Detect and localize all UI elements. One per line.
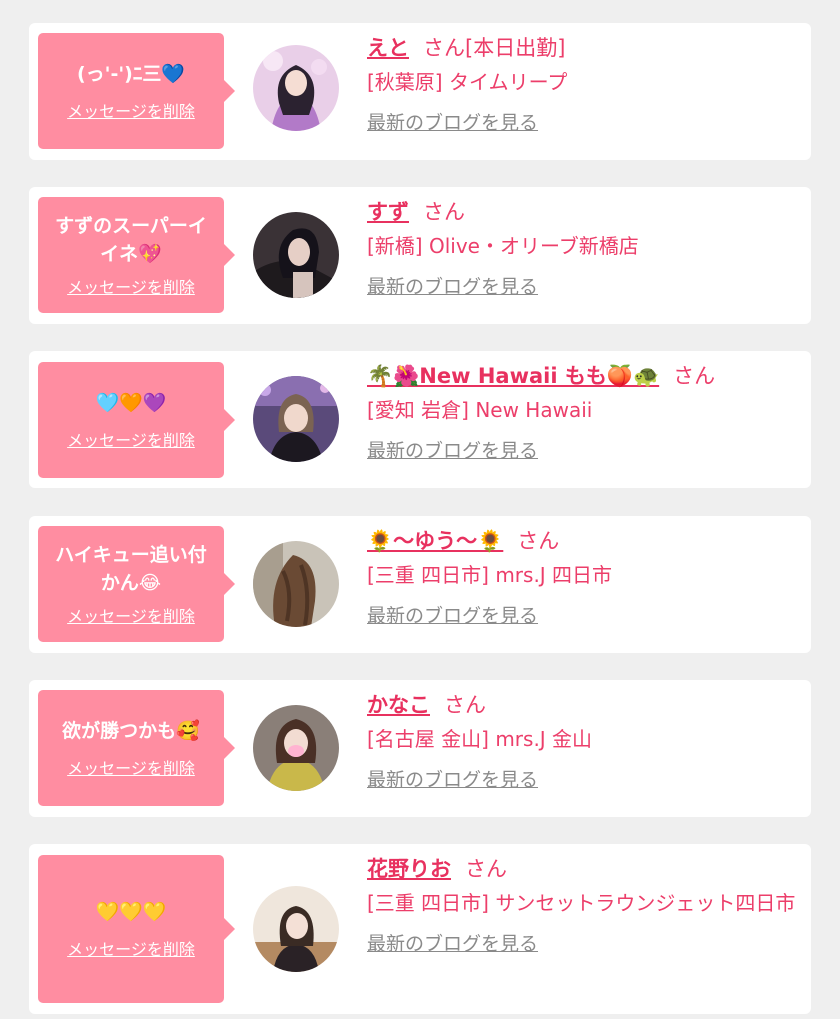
list-item: 欲が勝つかも🥰 メッセージを削除 かなこ さん [名古屋 金山] mrs.J 金山… <box>29 680 811 817</box>
avatar[interactable] <box>253 45 339 131</box>
shop-label: [新橋] Olive・オリーブ新橋店 <box>367 234 639 258</box>
cast-info: えと さん[本日出勤] [秋葉原] タイムリープ 最新のブログを見る <box>367 34 799 135</box>
name-line: すず さん <box>367 198 799 226</box>
message-text: 欲が勝つかも🥰 <box>62 720 200 742</box>
latest-blog-link[interactable]: 最新のブログを見る <box>367 108 538 135</box>
name-line: 🌴🌺New Hawaii もも🍑🐢 さん <box>367 362 799 390</box>
shop-label: [三重 四日市] サンセットラウンジェット四日市 <box>367 891 796 915</box>
avatar[interactable] <box>253 541 339 627</box>
message-bubble: すずのスーパーイイネ💖 メッセージを削除 <box>38 197 235 313</box>
avatar-photo-icon <box>253 541 339 627</box>
cast-honorific: さん[本日出勤] <box>423 36 566 60</box>
latest-blog-link[interactable]: 最新のブログを見る <box>367 765 538 792</box>
cast-name-link[interactable]: かなこ <box>367 693 430 717</box>
avatar[interactable] <box>253 886 339 972</box>
message-bubble: 💛💛💛 メッセージを削除 <box>38 855 235 1003</box>
name-line: 🌻〜ゆう〜🌻 さん <box>367 527 799 555</box>
message-text: ハイキュー追い付かん😂 <box>55 544 207 594</box>
name-line: えと さん[本日出勤] <box>367 34 799 62</box>
cast-info: すず さん [新橋] Olive・オリーブ新橋店 最新のブログを見る <box>367 198 799 299</box>
avatar-photo-icon <box>253 212 339 298</box>
avatar[interactable] <box>253 212 339 298</box>
list-item: ハイキュー追い付かん😂 メッセージを削除 🌻〜ゆう〜🌻 さん [三重 四日市] m… <box>29 516 811 653</box>
list-item: 💛💛💛 メッセージを削除 花野りお さん [三重 四日市] サンセットラウンジェッ… <box>29 844 811 1014</box>
name-line: 花野りお さん <box>367 855 799 883</box>
delete-message-link[interactable]: メッセージを削除 <box>67 427 195 451</box>
cast-honorific: さん <box>673 364 716 388</box>
latest-blog-link[interactable]: 最新のブログを見る <box>367 272 538 299</box>
latest-blog-link[interactable]: 最新のブログを見る <box>367 436 538 463</box>
cast-name-link[interactable]: 🌴🌺New Hawaii もも🍑🐢 <box>367 364 659 388</box>
cast-honorific: さん <box>444 693 486 717</box>
delete-message-link[interactable]: メッセージを削除 <box>67 755 195 779</box>
shop-label: [三重 四日市] mrs.J 四日市 <box>367 563 613 587</box>
message-list: (っ'-')ﾆ三💙 メッセージを削除 えと さん[本日出勤] [秋葉原] タイムリ… <box>0 0 840 1019</box>
cast-honorific: さん <box>465 857 507 881</box>
message-text: 🩵🧡💜 <box>95 392 167 414</box>
message-bubble: 欲が勝つかも🥰 メッセージを削除 <box>38 690 235 806</box>
list-item: すずのスーパーイイネ💖 メッセージを削除 すず さん [新橋] Olive・オリー… <box>29 187 811 324</box>
avatar-photo-icon <box>253 705 339 791</box>
avatar[interactable] <box>253 705 339 791</box>
delete-message-link[interactable]: メッセージを削除 <box>67 98 195 122</box>
message-text: 💛💛💛 <box>95 901 167 923</box>
list-item: 🩵🧡💜 メッセージを削除 🌴🌺New Hawaii もも🍑🐢 さん [愛知 岩倉]… <box>29 351 811 488</box>
avatar-photo-icon <box>253 886 339 972</box>
cast-honorific: さん <box>423 200 465 224</box>
latest-blog-link[interactable]: 最新のブログを見る <box>367 601 538 628</box>
cast-info: かなこ さん [名古屋 金山] mrs.J 金山 最新のブログを見る <box>367 691 799 792</box>
message-bubble: 🩵🧡💜 メッセージを削除 <box>38 362 235 478</box>
delete-message-link[interactable]: メッセージを削除 <box>67 274 195 298</box>
cast-honorific: さん <box>517 529 560 553</box>
latest-blog-link[interactable]: 最新のブログを見る <box>367 929 538 956</box>
cast-info: 🌻〜ゆう〜🌻 さん [三重 四日市] mrs.J 四日市 最新のブログを見る <box>367 527 799 628</box>
avatar[interactable] <box>253 376 339 462</box>
cast-name-link[interactable]: 花野りお <box>367 857 451 881</box>
shop-label: [愛知 岩倉] New Hawaii <box>367 398 593 422</box>
message-bubble: (っ'-')ﾆ三💙 メッセージを削除 <box>38 33 235 149</box>
avatar-photo-icon <box>253 45 339 131</box>
cast-name-link[interactable]: えと <box>367 36 409 60</box>
cast-name-link[interactable]: 🌻〜ゆう〜🌻 <box>367 529 503 553</box>
shop-label: [秋葉原] タイムリープ <box>367 70 568 94</box>
delete-message-link[interactable]: メッセージを削除 <box>67 603 195 627</box>
message-bubble: ハイキュー追い付かん😂 メッセージを削除 <box>38 526 235 642</box>
cast-name-link[interactable]: すず <box>367 200 409 224</box>
shop-label: [名古屋 金山] mrs.J 金山 <box>367 727 593 751</box>
message-text: すずのスーパーイイネ💖 <box>55 215 207 265</box>
cast-info: 花野りお さん [三重 四日市] サンセットラウンジェット四日市 最新のブログを見… <box>367 855 799 956</box>
cast-info: 🌴🌺New Hawaii もも🍑🐢 さん [愛知 岩倉] New Hawaii 最… <box>367 362 799 463</box>
avatar-photo-icon <box>253 376 339 462</box>
name-line: かなこ さん <box>367 691 799 719</box>
message-text: (っ'-')ﾆ三💙 <box>76 63 186 85</box>
delete-message-link[interactable]: メッセージを削除 <box>67 936 195 960</box>
list-item: (っ'-')ﾆ三💙 メッセージを削除 えと さん[本日出勤] [秋葉原] タイムリ… <box>29 23 811 160</box>
